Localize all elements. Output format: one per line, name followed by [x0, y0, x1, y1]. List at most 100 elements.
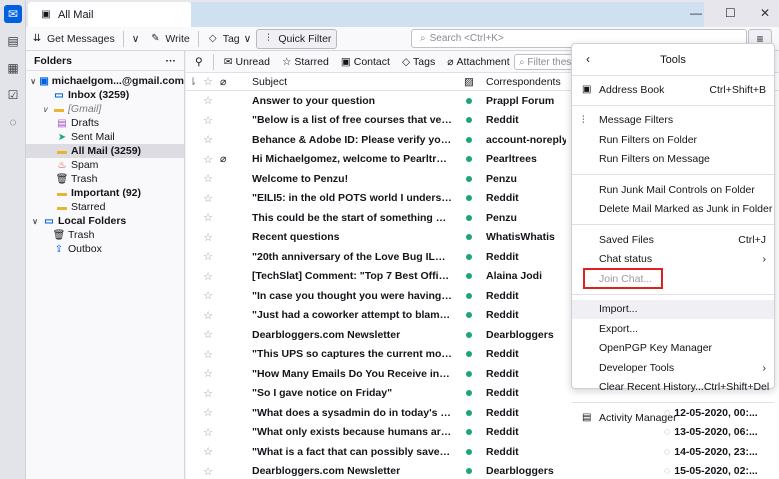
- folder-local-trash[interactable]: 🗑 Trash: [26, 228, 184, 242]
- menu-clear-history[interactable]: Clear Recent History... Ctrl+Shift+Del: [572, 378, 774, 398]
- folder-sent[interactable]: ➤ Sent Mail: [26, 130, 184, 144]
- junk-status-icon[interactable]: [452, 387, 486, 399]
- qf-contact-button[interactable]: ▣ Contact: [336, 56, 395, 68]
- folder-all-mail[interactable]: ▬ All Mail (3259): [26, 144, 184, 158]
- menu-export[interactable]: Export...: [572, 319, 774, 339]
- star-icon[interactable]: ☆: [200, 289, 216, 302]
- tab-all-mail[interactable]: ▣ All Mail: [28, 2, 191, 27]
- folder-pane-more-button[interactable]: ···: [166, 55, 177, 67]
- folder-drafts[interactable]: ▤ Drafts: [26, 116, 184, 130]
- menu-message-filters[interactable]: ⫶ Message Filters: [572, 111, 774, 131]
- menu-run-junk[interactable]: Run Junk Mail Controls on Folder: [572, 180, 774, 200]
- folder-gmail[interactable]: ∨ ▬ [Gmail]: [26, 102, 184, 116]
- write-button[interactable]: ✎ Write: [144, 29, 194, 49]
- star-icon[interactable]: ☆: [200, 231, 216, 244]
- star-icon[interactable]: ☆: [200, 133, 216, 146]
- unread-status-icon[interactable]: ◌: [664, 426, 670, 438]
- junk-status-icon[interactable]: [452, 251, 486, 263]
- folder-spam[interactable]: ♨ Spam: [26, 158, 184, 172]
- qf-attachment-button[interactable]: ⌀ Attachment: [442, 56, 514, 68]
- quick-filter-button[interactable]: ⫶ Quick Filter: [256, 28, 338, 49]
- unread-status-icon[interactable]: ◌: [664, 446, 670, 458]
- junk-status-icon[interactable]: [452, 348, 486, 360]
- star-icon[interactable]: ☆: [200, 328, 216, 341]
- menu-run-filters-message[interactable]: Run Filters on Message: [572, 150, 774, 170]
- menu-openpgp[interactable]: OpenPGP Key Manager: [572, 339, 774, 359]
- menu-import[interactable]: Import...: [572, 299, 774, 319]
- minimize-button[interactable]: —: [690, 6, 702, 20]
- star-icon[interactable]: ☆: [200, 172, 216, 185]
- star-icon[interactable]: ☆: [200, 367, 216, 380]
- maximize-button[interactable]: ☐: [725, 6, 736, 20]
- junk-status-icon[interactable]: [452, 309, 486, 321]
- junk-status-icon[interactable]: [452, 114, 486, 126]
- junk-status-icon[interactable]: [452, 134, 486, 146]
- junk-status-icon[interactable]: [452, 192, 486, 204]
- qf-unread-button[interactable]: ✉ Unread: [219, 56, 275, 68]
- menu-delete-junk[interactable]: Delete Mail Marked as Junk in Folder: [572, 200, 774, 220]
- thread-column-icon[interactable]: ⇂: [186, 76, 200, 88]
- star-icon[interactable]: ☆: [200, 153, 216, 166]
- address-book-space-icon[interactable]: ▤: [4, 32, 22, 50]
- star-icon[interactable]: ☆: [200, 309, 216, 322]
- junk-status-icon[interactable]: [452, 153, 486, 165]
- correspondents-column-header[interactable]: Correspondents: [486, 76, 566, 88]
- menu-activity-manager[interactable]: ▤ Activity Manager: [572, 408, 774, 428]
- get-messages-button[interactable]: ⇊ Get Messages: [26, 29, 120, 49]
- junk-status-icon[interactable]: [452, 212, 486, 224]
- junk-status-icon[interactable]: [452, 446, 486, 458]
- star-column-icon[interactable]: ☆: [200, 75, 216, 88]
- unread-status-icon[interactable]: ◌: [664, 465, 670, 477]
- star-icon[interactable]: ☆: [200, 465, 216, 478]
- junk-column-icon[interactable]: ▨: [452, 76, 486, 88]
- mail-space-icon[interactable]: ✉: [4, 5, 22, 23]
- junk-status-icon[interactable]: [452, 173, 486, 185]
- chat-space-icon[interactable]: ◌: [4, 113, 22, 131]
- folder-account[interactable]: ∨ ▣ michaelgom...@gmail.com: [26, 74, 184, 88]
- star-icon[interactable]: ☆: [200, 114, 216, 127]
- junk-status-icon[interactable]: [452, 95, 486, 107]
- folder-local[interactable]: ∨ ▭ Local Folders: [26, 214, 184, 228]
- folder-trash[interactable]: 🗑 Trash: [26, 172, 184, 186]
- tag-button[interactable]: ◇ Tag ∨: [202, 29, 257, 49]
- folder-inbox[interactable]: ▭ Inbox (3259): [26, 88, 184, 102]
- star-icon[interactable]: ☆: [200, 94, 216, 107]
- star-icon[interactable]: ☆: [200, 192, 216, 205]
- junk-status-icon[interactable]: [452, 407, 486, 419]
- folder-starred[interactable]: ▬ Starred: [26, 200, 184, 214]
- menu-developer-tools[interactable]: Developer Tools ›: [572, 358, 774, 378]
- junk-status-icon[interactable]: [452, 290, 486, 302]
- star-icon[interactable]: ☆: [200, 445, 216, 458]
- folder-outbox[interactable]: ⇪ Outbox: [26, 242, 184, 256]
- menu-saved-files[interactable]: Saved Files Ctrl+J: [572, 230, 774, 250]
- junk-status-icon[interactable]: [452, 426, 486, 438]
- junk-status-icon[interactable]: [452, 231, 486, 243]
- star-icon[interactable]: ☆: [200, 426, 216, 439]
- folder-important[interactable]: ▬ Important (92): [26, 186, 184, 200]
- qf-starred-button[interactable]: ☆ Starred: [277, 56, 334, 68]
- junk-status-icon[interactable]: [452, 270, 486, 282]
- close-button[interactable]: ✕: [760, 6, 770, 20]
- junk-status-icon[interactable]: [452, 368, 486, 380]
- subject-column-header[interactable]: Subject: [252, 76, 452, 88]
- star-icon[interactable]: ☆: [200, 348, 216, 361]
- get-messages-dropdown[interactable]: ∨: [127, 29, 145, 49]
- star-icon[interactable]: ☆: [200, 211, 216, 224]
- message-row[interactable]: ☆ Dearbloggers.com Newsletter Dearbloggers…: [186, 462, 779, 479]
- sticky-pin-button[interactable]: ⚲: [190, 56, 208, 68]
- menu-address-book[interactable]: ▣ Address Book Ctrl+Shift+B: [572, 80, 774, 100]
- junk-status-icon[interactable]: [452, 329, 486, 341]
- star-icon[interactable]: ☆: [200, 406, 216, 419]
- menu-chat-status[interactable]: Chat status ›: [572, 250, 774, 270]
- qf-tags-button[interactable]: ◇ Tags: [397, 56, 440, 68]
- tasks-space-icon[interactable]: ☑: [4, 86, 22, 104]
- message-row[interactable]: ☆ "What is a fact that can possibly save …: [186, 442, 779, 462]
- star-icon[interactable]: ☆: [200, 387, 216, 400]
- calendar-space-icon[interactable]: ▦: [4, 59, 22, 77]
- back-arrow-icon[interactable]: ‹: [586, 52, 590, 66]
- star-icon[interactable]: ☆: [200, 250, 216, 263]
- qf-filter-input[interactable]: ⌕ Filter these: [514, 54, 574, 70]
- attachment-column-icon[interactable]: ⌀: [216, 76, 252, 88]
- star-icon[interactable]: ☆: [200, 270, 216, 283]
- junk-status-icon[interactable]: [452, 465, 486, 477]
